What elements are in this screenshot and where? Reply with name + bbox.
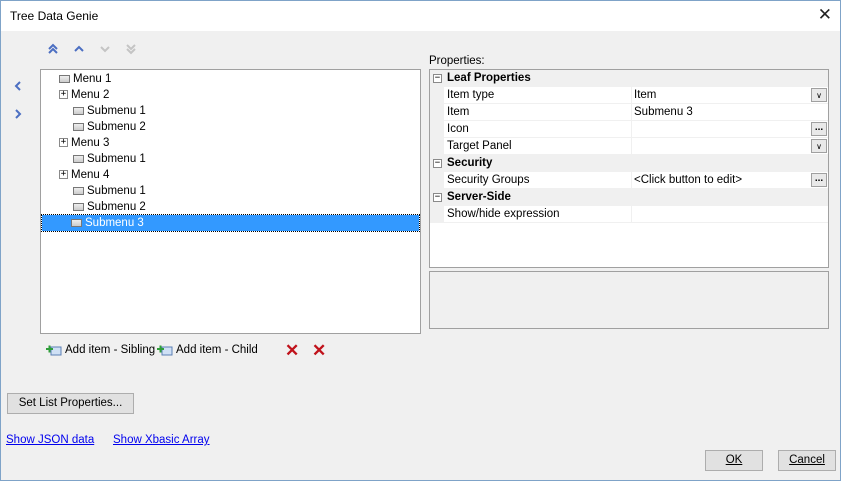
ellipsis-button[interactable]: ... [811,173,827,187]
tree-item[interactable]: Submenu 1 [73,151,146,167]
node-icon [73,202,84,211]
node-icon [73,122,84,131]
node-icon [59,74,70,83]
property-name: Icon [447,123,469,135]
dropdown-icon[interactable]: ∨ [811,139,827,153]
add-child-label: Add item - Child [176,344,258,356]
menu-tree[interactable]: Menu 1 + Menu 2 Submenu 1 Submenu 2 + Menu… [40,69,421,334]
property-security-groups[interactable]: Security Groups <Click button to edit> .… [430,172,828,189]
column-divider [631,206,632,223]
tree-item[interactable]: + Menu 2 [59,87,109,103]
move-down-icon[interactable] [99,43,111,55]
tree-item[interactable]: + Menu 3 [59,135,109,151]
column-divider [631,138,632,155]
expand-icon[interactable]: + [59,90,68,100]
indent-arrow-icon[interactable] [13,108,23,120]
property-grid[interactable]: − Leaf Properties Item type Item ∨ Item … [429,69,829,268]
tree-item-label: Menu 1 [73,73,112,85]
add-child-icon [157,345,173,356]
column-divider [631,172,632,189]
row-gutter [430,138,444,155]
collapse-icon[interactable]: − [433,159,442,168]
tree-item-label: Submenu 3 [85,217,144,229]
property-target-panel[interactable]: Target Panel ∨ [430,138,828,155]
move-up-icon[interactable] [73,43,85,55]
add-sibling-button[interactable]: Add item - Sibling [46,342,155,358]
tree-item-selected[interactable]: Submenu 3 [41,214,420,232]
property-name: Item [447,106,470,118]
show-xbasic-link[interactable]: Show Xbasic Array [113,434,210,446]
window-title: Tree Data Genie [10,9,99,23]
title-bar: Tree Data Genie ✕ [1,1,840,31]
node-icon [73,106,84,115]
tree-item-label: Submenu 1 [87,105,146,117]
add-sibling-label: Add item - Sibling [65,344,156,356]
row-gutter [430,104,444,121]
category-label: Leaf Properties [447,72,531,84]
tree-item-label: Submenu 1 [87,153,146,165]
row-gutter [430,87,444,104]
node-icon [71,218,82,227]
node-icon [73,186,84,195]
category-security[interactable]: − Security [430,155,828,172]
tree-item[interactable]: Menu 1 [59,71,111,87]
property-item[interactable]: Item Submenu 3 [430,104,828,121]
column-divider [631,104,632,121]
dropdown-icon[interactable]: ∨ [811,88,827,102]
tree-item[interactable]: Submenu 2 [73,119,146,135]
property-value[interactable]: Item [634,89,656,101]
property-name: Security Groups [447,174,530,186]
close-icon[interactable]: ✕ [818,5,832,25]
tree-item-label: Menu 2 [71,89,110,101]
property-name: Target Panel [447,140,512,152]
tree-item[interactable]: Submenu 1 [73,183,146,199]
tree-item-label: Menu 4 [71,169,110,181]
property-value[interactable]: Submenu 3 [634,106,693,118]
tree-item-label: Submenu 1 [87,185,146,197]
row-gutter [430,206,444,223]
property-description-panel [429,271,829,329]
add-child-button[interactable]: Add item - Child [157,342,258,358]
cancel-button[interactable]: Cancel [778,450,836,471]
row-gutter [430,172,444,189]
move-to-top-icon[interactable] [47,43,59,55]
category-server-side[interactable]: − Server-Side [430,189,828,206]
outdent-arrow-icon[interactable] [13,80,23,92]
tree-item-label: Submenu 2 [87,201,146,213]
column-divider [631,87,632,104]
show-json-link[interactable]: Show JSON data [6,434,94,446]
properties-label: Properties: [429,55,485,67]
expand-icon[interactable]: + [59,138,68,148]
delete-all-icon[interactable]: ✕ [285,341,299,361]
node-icon [73,154,84,163]
set-list-properties-button[interactable]: Set List Properties... [7,393,134,414]
tree-item[interactable]: Submenu 2 [73,199,146,215]
tree-item-label: Menu 3 [71,137,110,149]
property-icon[interactable]: Icon ... [430,121,828,138]
row-gutter [430,121,444,138]
collapse-icon[interactable]: − [433,193,442,202]
delete-icon[interactable]: ✕ [312,341,326,361]
tree-data-genie-dialog: Tree Data Genie ✕ Menu 1 + Menu 2 Submenu… [0,0,841,481]
property-name: Item type [447,89,495,101]
ok-button[interactable]: OK [705,450,763,471]
category-label: Security [447,157,493,169]
expand-icon[interactable]: + [59,170,68,180]
category-label: Server-Side [447,191,511,203]
ellipsis-button[interactable]: ... [811,122,827,136]
property-item-type[interactable]: Item type Item ∨ [430,87,828,104]
tree-item-label: Submenu 2 [87,121,146,133]
category-leaf-properties[interactable]: − Leaf Properties [430,70,828,87]
column-divider [631,121,632,138]
property-show-hide-expression[interactable]: Show/hide expression [430,206,828,223]
collapse-icon[interactable]: − [433,74,442,83]
property-name: Show/hide expression [447,208,560,220]
tree-item[interactable]: + Menu 4 [59,167,109,183]
move-to-bottom-icon[interactable] [125,43,137,55]
tree-item[interactable]: Submenu 1 [73,103,146,119]
add-sibling-icon [46,345,62,356]
property-value[interactable]: <Click button to edit> [634,174,742,186]
